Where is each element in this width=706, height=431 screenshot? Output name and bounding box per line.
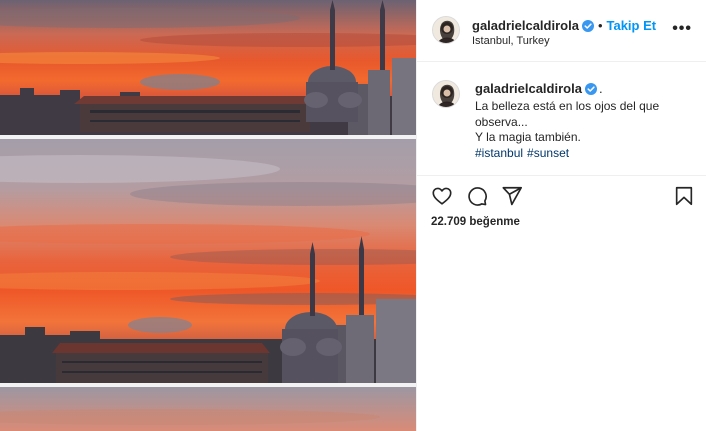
bookmark-icon[interactable] [673, 185, 695, 212]
comment-icon[interactable] [466, 185, 488, 212]
sunset-image-2 [0, 139, 416, 383]
header-user-line: galadrielcaldirola • Takip Et [472, 17, 656, 37]
heart-icon[interactable] [431, 185, 453, 212]
share-icon[interactable] [501, 185, 523, 212]
hashtag-link[interactable]: #istanbul [475, 146, 523, 160]
caption-user-line: galadrielcaldirola. [475, 81, 603, 98]
username-link[interactable]: galadrielcaldirola [472, 18, 579, 33]
separator-dot: • [597, 18, 603, 33]
sunset-image-3 [0, 387, 416, 431]
post-media[interactable] [0, 0, 416, 431]
more-options-icon[interactable]: ••• [672, 20, 692, 38]
caption-avatar[interactable] [432, 80, 460, 108]
avatar[interactable] [432, 16, 460, 44]
likes-count[interactable]: 22.709 beğenme [431, 216, 520, 228]
caption-trailing: . [598, 81, 603, 96]
avatar-image [433, 81, 459, 107]
hashtag-link[interactable]: #sunset [527, 146, 569, 160]
sunset-image-1 [0, 0, 416, 135]
caption-section: galadrielcaldirola. La belleza está en l… [417, 62, 706, 176]
caption-text: La belleza está en los ojos del que obse… [475, 99, 675, 161]
verified-icon [581, 19, 594, 37]
post-panel: galadrielcaldirola • Takip Et Istanbul, Tu… [416, 0, 706, 431]
hashtag-list: #istanbul #sunset [475, 146, 675, 162]
caption-username-link[interactable]: galadrielcaldirola [475, 81, 582, 96]
caption-line-2: Y la magia también. [475, 130, 581, 144]
action-bar [417, 176, 706, 216]
follow-button[interactable]: Takip Et [607, 18, 657, 33]
caption-line-1: La belleza está en los ojos del que obse… [475, 99, 660, 129]
post-header: galadrielcaldirola • Takip Et Istanbul, Tu… [417, 0, 706, 62]
verified-icon [584, 83, 597, 98]
avatar-image [433, 17, 459, 43]
location-link[interactable]: Istanbul, Turkey [472, 35, 550, 47]
